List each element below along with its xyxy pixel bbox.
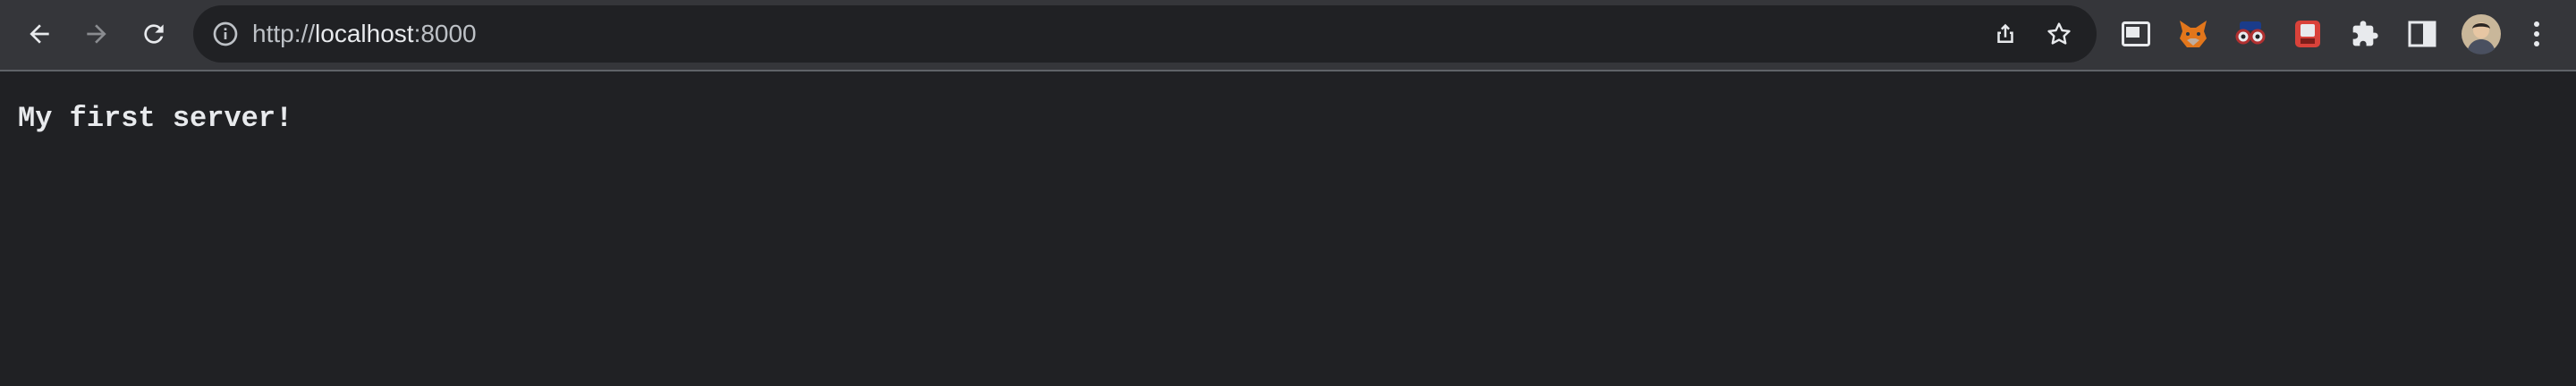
glasses-extension-icon[interactable] <box>2233 16 2268 52</box>
page-body-text: My first server! <box>18 102 293 135</box>
fox-extension-icon[interactable] <box>2175 16 2211 52</box>
side-panel-icon[interactable] <box>2404 16 2440 52</box>
url-host: localhost <box>315 20 414 47</box>
page-content: My first server! <box>0 71 2576 386</box>
url-port: :8000 <box>413 20 477 47</box>
back-arrow-icon[interactable] <box>18 13 61 55</box>
share-icon[interactable] <box>1987 16 2023 52</box>
forward-arrow-icon[interactable] <box>75 13 118 55</box>
browser-toolbar: http://localhost:8000 <box>0 0 2576 71</box>
url-scheme: http:// <box>252 20 316 47</box>
red-extension-icon[interactable] <box>2290 16 2326 52</box>
star-icon[interactable] <box>2041 16 2077 52</box>
puzzle-icon[interactable] <box>2347 16 2383 52</box>
url-text[interactable]: http://localhost:8000 <box>252 5 477 63</box>
reload-icon[interactable] <box>132 13 175 55</box>
picture-in-picture-icon[interactable] <box>2118 16 2154 52</box>
info-icon[interactable] <box>211 20 240 48</box>
profile-avatar[interactable] <box>2460 13 2503 55</box>
address-bar[interactable]: http://localhost:8000 <box>193 5 2097 63</box>
kebab-menu-icon[interactable] <box>2519 16 2555 52</box>
